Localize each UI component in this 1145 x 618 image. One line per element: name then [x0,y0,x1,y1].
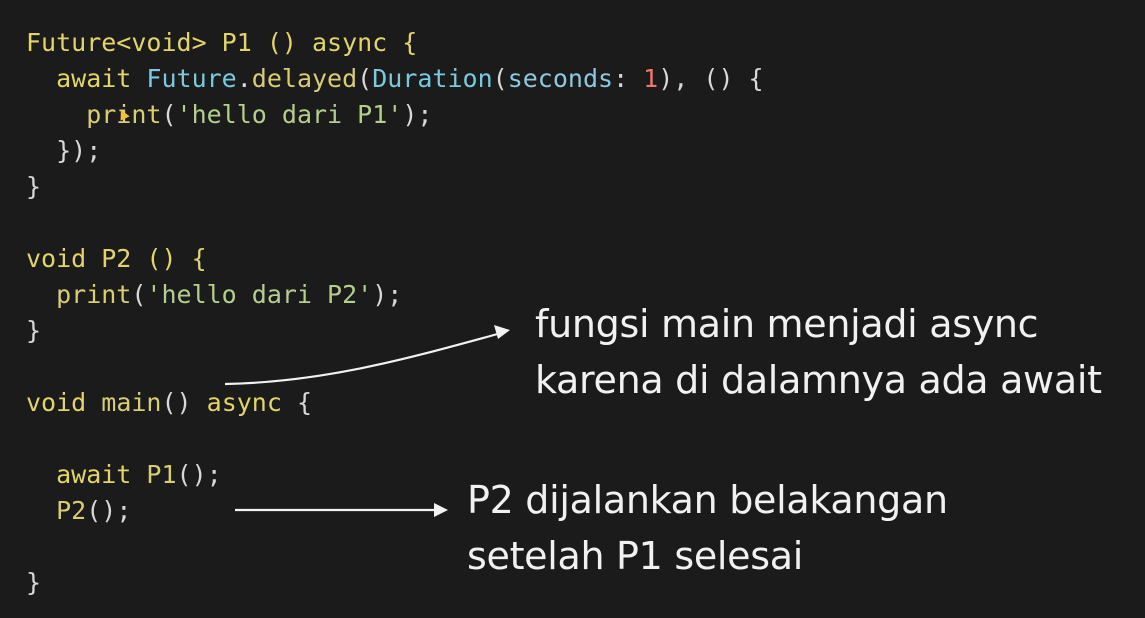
code-token: } [26,316,42,345]
arrow-main-async [224,330,506,386]
code-token: await [26,460,147,489]
code-token: ); [402,100,433,129]
code-line: }); [26,136,101,166]
code-token: ( [161,100,177,129]
code-token: ( [131,280,147,309]
arrow-main-async-head [494,325,510,339]
code-line: void P2 () { [26,244,207,274]
code-token: 'hello dari P2' [146,280,373,309]
code-token: 1 [643,64,659,93]
code-token: 'hello dari P1' [176,100,403,129]
code-token: P2 [26,496,87,525]
code-token: print [26,100,162,129]
code-token: delayed [251,64,358,93]
code-token: Future [146,64,237,93]
code-line: P2(); [26,496,131,526]
code-token: async [206,388,282,417]
code-token: { [281,388,313,417]
note-p2-line1: P2 dijalankan belakangan [467,478,948,522]
code-token: ); [372,280,403,309]
code-token: }); [26,136,102,165]
code-token: print [26,280,132,309]
code-line: print('hello dari P2'); [26,280,402,310]
code-token: . [236,64,252,93]
code-token: (); [176,460,222,489]
code-token: () [161,388,207,417]
code-token: seconds [507,64,614,93]
code-line: } [26,316,41,346]
code-token: ), () { [658,64,764,93]
note-p2-line2: setelah P1 selesai [467,534,803,578]
code-token: main [101,388,162,417]
code-token: await [26,64,147,93]
code-line: await Future.delayed(Duration(seconds: 1… [26,64,764,94]
code-line: Future<void> P1 () async { [26,28,417,58]
code-line: void main() async { [26,388,312,418]
code-token: : [613,64,644,93]
code-line: } [26,172,41,202]
code-token: P1 [146,460,177,489]
code-token: Future<void> P1 () async { [26,28,418,57]
code-line: } [26,568,41,598]
code-token: void P2 () { [26,244,207,273]
slide: Future<void> P1 () async { await Future.… [0,0,1145,618]
code-token: (); [86,496,132,525]
note-main-async-line2: karena di dalamnya ada await [535,358,1102,402]
code-token: ( [492,64,508,93]
code-token: } [26,568,42,597]
code-token: ( [357,64,373,93]
code-line: print('hello dari P1'); [26,100,432,130]
code-line: await P1(); [26,460,222,490]
code-token: Duration [372,64,493,93]
code-token: } [26,172,42,201]
note-main-async-line1: fungsi main menjadi async [535,302,1039,346]
code-token: void [26,388,102,417]
arrow-p2-head [434,503,448,517]
